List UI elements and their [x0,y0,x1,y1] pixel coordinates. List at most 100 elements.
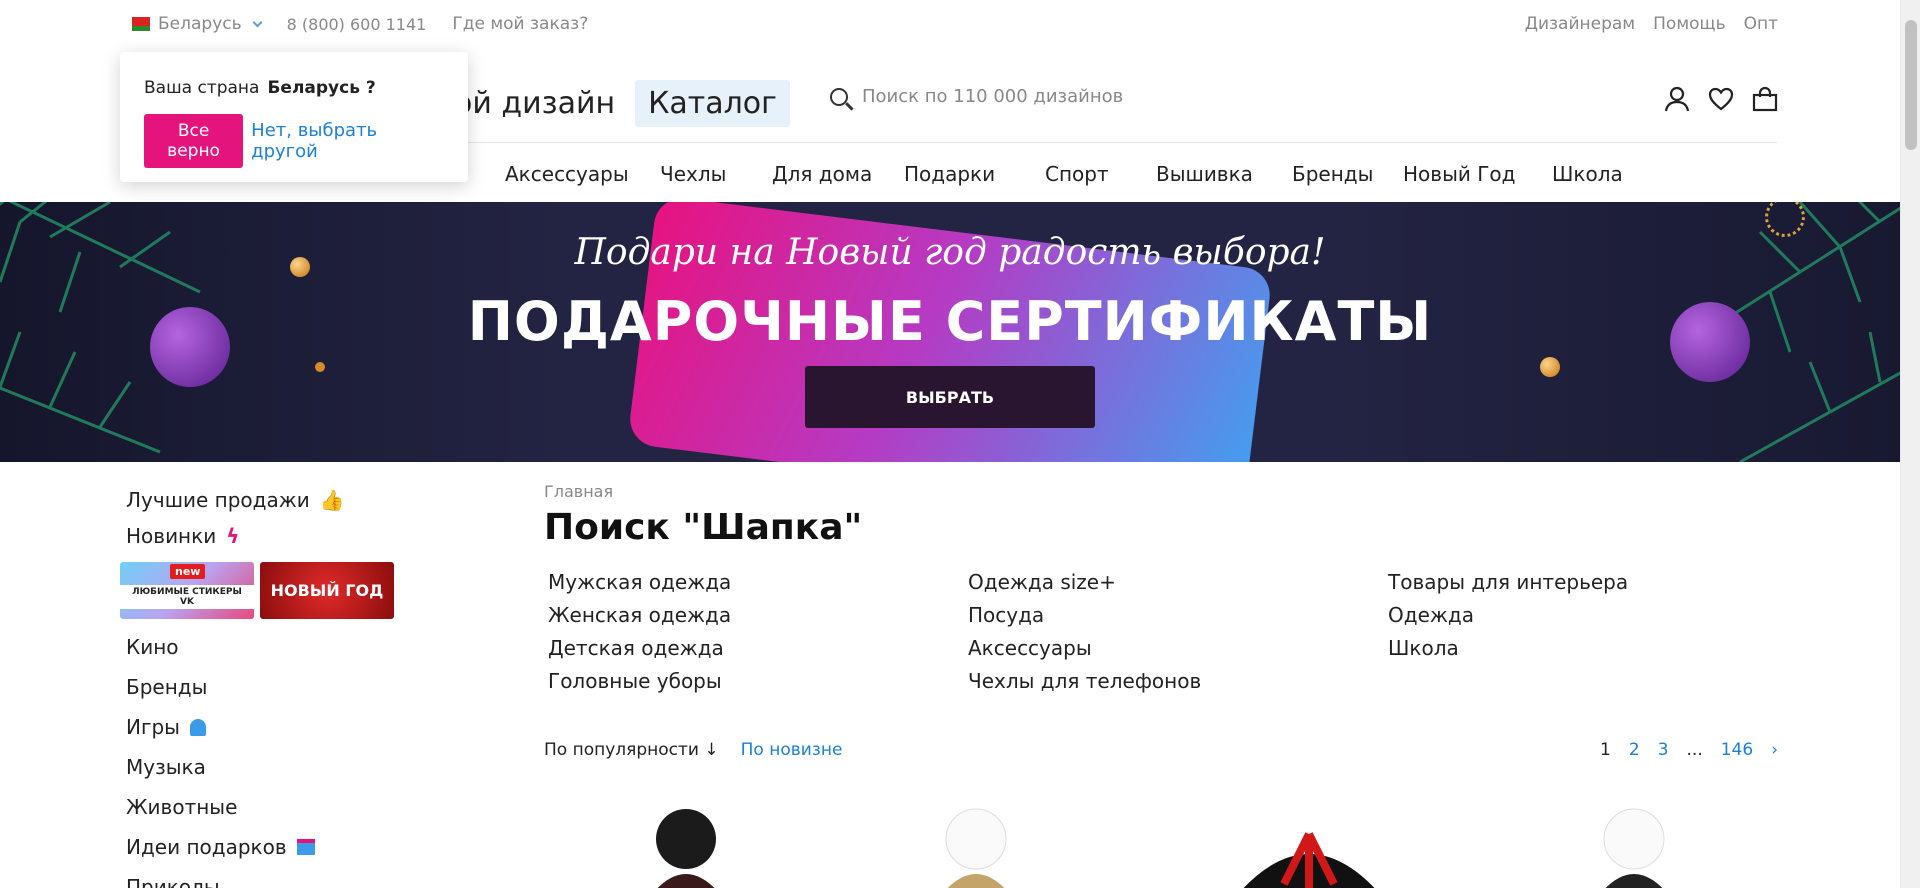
menu-gifts[interactable]: Подарки [904,162,995,186]
page-title: Поиск "Шапка" [544,507,863,548]
product-image[interactable] [916,804,1036,888]
pagination: 1 2 3 ... 146 › [1600,740,1778,760]
choose-other-country-link[interactable]: Нет, выбрать другой [251,120,444,162]
sidebar-item-label: Бренды [126,675,208,699]
sidebar-item-brands[interactable]: Бренды [126,669,486,705]
category-link[interactable]: Головные уборы [548,669,968,702]
menu-home[interactable]: Для дома [772,162,872,186]
sort-popularity-label: По популярности [544,740,699,760]
wholesale-link[interactable]: Опт [1744,14,1778,34]
menu-sport[interactable]: Спорт [1045,162,1109,186]
page-link-last[interactable]: 146 [1721,740,1753,760]
site-logo[interactable]: ой дизайн [454,86,615,121]
category-link[interactable]: Одежда [1388,603,1788,636]
product-image[interactable] [1574,804,1694,888]
sidebar-item-games[interactable]: Игры [126,709,486,745]
phone-link[interactable]: 8 (800) 600 1141 [287,15,427,34]
page-link[interactable]: 3 [1658,740,1669,760]
popup-country: Беларусь ? [267,78,376,98]
product-grid [544,804,1784,888]
country-confirm-popup: Ваша страна Беларусь ? Все верно Нет, вы… [120,52,468,182]
header-icons [1664,86,1778,112]
country-selector[interactable]: Беларусь [128,14,263,34]
search-bar[interactable]: Поиск по 110 000 дизайнов [830,86,1123,107]
sidebar-item-music[interactable]: Музыка [126,749,486,785]
sidebar-item-gift-ideas[interactable]: Идеи подарков [126,829,486,865]
sidebar-item-label: Лучшие продажи [126,488,310,512]
banner-script: Подари на Новый год радость выбора! [574,232,1326,273]
cart-icon[interactable] [1752,86,1778,112]
category-link[interactable]: Посуда [968,603,1388,636]
category-column: Мужская одежда Женская одежда Детская од… [548,570,968,702]
main-content: Главная Поиск "Шапка" Мужская одежда Жен… [544,482,1778,760]
gold-bauble-image [1540,357,1560,377]
category-link[interactable]: Одежда size+ [968,570,1388,603]
category-link[interactable]: Детская одежда [548,636,968,669]
banner-choose-button[interactable]: ВЫБРАТЬ [805,366,1095,428]
header-left: ой дизайн Каталог [454,80,790,127]
category-filter-grid: Мужская одежда Женская одежда Детская од… [548,570,1788,702]
new-badge: new [170,564,206,579]
header-divider [454,142,1778,143]
category-link[interactable]: Чехлы для телефонов [968,669,1388,702]
sidebar-promos: new ЛЮБИМЫЕ СТИКЕРЫ VK НОВЫЙ ГОД [120,562,486,619]
sidebar-item-label: Музыка [126,755,206,779]
designers-link[interactable]: Дизайнерам [1525,14,1635,34]
heart-icon[interactable] [1708,86,1734,112]
thumbs-up-icon: 👍 [319,488,345,512]
sort-newest[interactable]: По новизне [741,740,843,760]
menu-embroidery[interactable]: Вышивка [1156,162,1253,186]
menu-brands[interactable]: Бренды [1292,162,1373,186]
sidebar-item-label: Игры [126,715,180,739]
gift-icon [296,839,315,855]
category-link[interactable]: Школа [1388,636,1788,669]
sidebar-item-label: Кино [126,635,179,659]
menu-accessories[interactable]: Аксессуары [505,162,629,186]
product-image[interactable] [1214,804,1404,888]
sidebar-item-label: Животные [126,795,238,819]
order-tracking-link[interactable]: Где мой заказ? [452,14,588,34]
sidebar-item-bestsellers[interactable]: Лучшие продажи 👍 [126,482,486,518]
breadcrumb[interactable]: Главная [544,482,1778,501]
sidebar-item-new[interactable]: Новинки ϟ [126,518,486,554]
ghost-icon [189,718,206,736]
search-icon[interactable] [830,87,848,106]
promo-new-year[interactable]: НОВЫЙ ГОД [260,562,394,619]
banner-title: ПОДАРОЧНЫЕ СЕРТИФИКАТЫ [467,290,1433,353]
sidebar: Лучшие продажи 👍 Новинки ϟ new ЛЮБИМЫЕ С… [120,482,486,888]
lightning-icon: ϟ [226,524,240,548]
chevron-down-icon [252,17,263,27]
page-link[interactable]: 2 [1629,740,1640,760]
confirm-country-button[interactable]: Все верно [144,114,244,168]
sidebar-item-label: Идеи подарков [126,835,287,859]
category-link[interactable]: Мужская одежда [548,570,968,603]
category-column: Товары для интерьера Одежда Школа [1388,570,1788,702]
product-image[interactable] [626,804,746,888]
category-link[interactable]: Аксессуары [968,636,1388,669]
top-bar: Беларусь 8 (800) 600 1141 Где мой заказ?… [128,14,1778,40]
user-icon[interactable] [1664,86,1690,112]
category-link[interactable]: Товары для интерьера [1388,570,1788,603]
menu-cases[interactable]: Чехлы [660,162,726,186]
category-column: Одежда size+ Посуда Аксессуары Чехлы для… [968,570,1388,702]
scrollbar[interactable] [1900,0,1920,888]
menu-school[interactable]: Школа [1552,162,1623,186]
sidebar-item-jokes[interactable]: Приколы [126,869,486,888]
chevron-right-icon[interactable]: › [1771,740,1778,760]
help-link[interactable]: Помощь [1653,14,1725,34]
menu-new-year[interactable]: Новый Год [1403,162,1515,186]
promo-vk-text: ЛЮБИМЫЕ СТИКЕРЫ VK [120,584,254,609]
promo-banner[interactable]: Подари на Новый год радость выбора! ПОДА… [0,202,1900,462]
sidebar-item-label: Новинки [126,524,217,548]
sidebar-item-label: Приколы [126,875,220,888]
sort-popularity[interactable]: По популярности ↓ [544,740,719,760]
arrow-down-icon: ↓ [704,740,719,760]
promo-vk-stickers[interactable]: new ЛЮБИМЫЕ СТИКЕРЫ VK [120,562,254,619]
catalog-button[interactable]: Каталог [635,80,790,127]
scrollbar-thumb[interactable] [1905,20,1917,150]
search-input[interactable]: Поиск по 110 000 дизайнов [862,86,1123,107]
sidebar-item-animals[interactable]: Животные [126,789,486,825]
sidebar-item-movies[interactable]: Кино [126,629,486,665]
page-current: 1 [1600,740,1611,760]
category-link[interactable]: Женская одежда [548,603,968,636]
